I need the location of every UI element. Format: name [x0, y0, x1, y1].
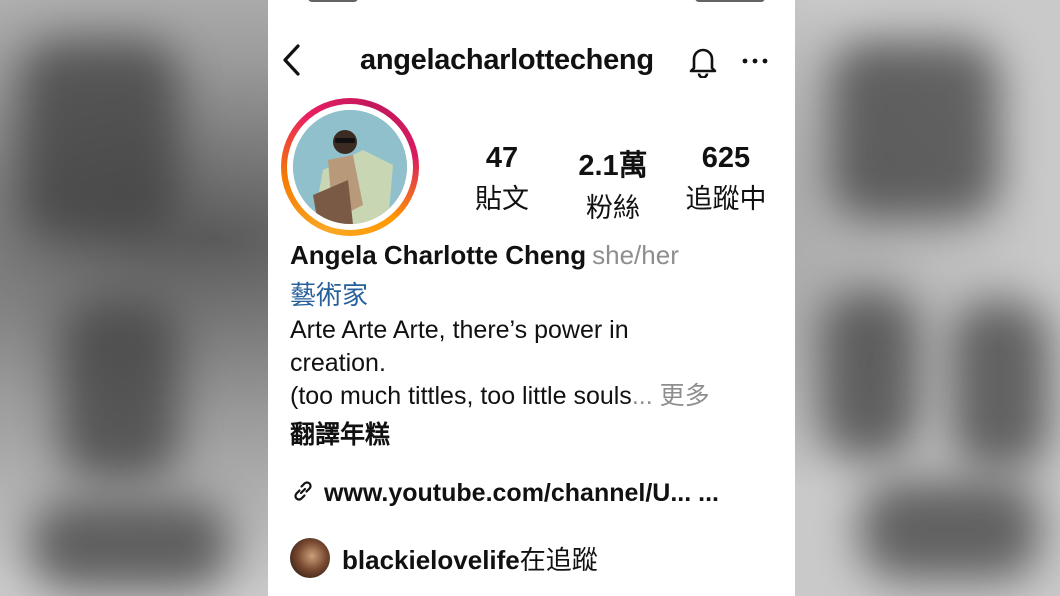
- back-arrow-icon[interactable]: [276, 42, 312, 78]
- status-bar: [308, 0, 765, 4]
- profile-category: 藝術家: [290, 280, 369, 310]
- profile-header: angelacharlottecheng: [268, 40, 795, 84]
- bell-icon[interactable]: [686, 44, 720, 79]
- profile-screen: angelacharlottecheng 47 貼文 2.1萬 粉絲 625 追…: [268, 0, 795, 596]
- stat-posts[interactable]: 47 貼文: [474, 142, 530, 216]
- bio-line-2: creation.: [290, 349, 386, 377]
- profile-link[interactable]: www.youtube.com/channel/U... ...: [290, 478, 719, 509]
- following-label: 追蹤中: [685, 184, 767, 214]
- more-link[interactable]: 更多: [660, 382, 710, 410]
- display-name: Angela Charlotte Cheng: [290, 240, 587, 270]
- more-dots-icon[interactable]: [738, 44, 772, 78]
- link-icon: [290, 478, 316, 509]
- followed-by-row[interactable]: blackielovelife在追蹤: [290, 538, 598, 578]
- followers-count: 2.1萬: [578, 150, 648, 182]
- bio-ellipsis: ...: [631, 382, 653, 410]
- stat-following[interactable]: 625 追蹤中: [682, 142, 770, 216]
- followers-label: 粉絲: [586, 193, 640, 223]
- bio-line-1: Arte Arte Arte, there’s power in: [290, 316, 629, 344]
- avatar-photo: [293, 110, 407, 224]
- follower-username: blackielovelife: [342, 544, 520, 575]
- bio-line-3: (too much tittles, too little souls... 更…: [290, 382, 710, 410]
- profile-username: angelacharlottecheng: [360, 44, 654, 76]
- link-text: www.youtube.com/channel/U... ...: [324, 479, 719, 507]
- followed-suffix: 在追蹤: [519, 544, 598, 575]
- pronouns: she/her: [592, 240, 679, 270]
- posts-label: 貼文: [475, 184, 529, 214]
- posts-count: 47: [485, 142, 519, 174]
- following-count: 625: [701, 142, 751, 174]
- follower-avatar: [290, 538, 330, 578]
- stat-followers[interactable]: 2.1萬 粉絲: [570, 142, 656, 225]
- translate-link[interactable]: 翻譯年糕: [290, 415, 770, 451]
- display-name-line: Angela Charlotte Cheng she/her: [290, 240, 770, 271]
- profile-avatar[interactable]: [281, 98, 419, 236]
- profile-bio: Angela Charlotte Cheng she/her 藝術家 Arte A…: [290, 240, 770, 451]
- followed-by-text: blackielovelife在追蹤: [342, 540, 598, 577]
- bio-text: Arte Arte Arte, there’s power in creatio…: [290, 314, 770, 413]
